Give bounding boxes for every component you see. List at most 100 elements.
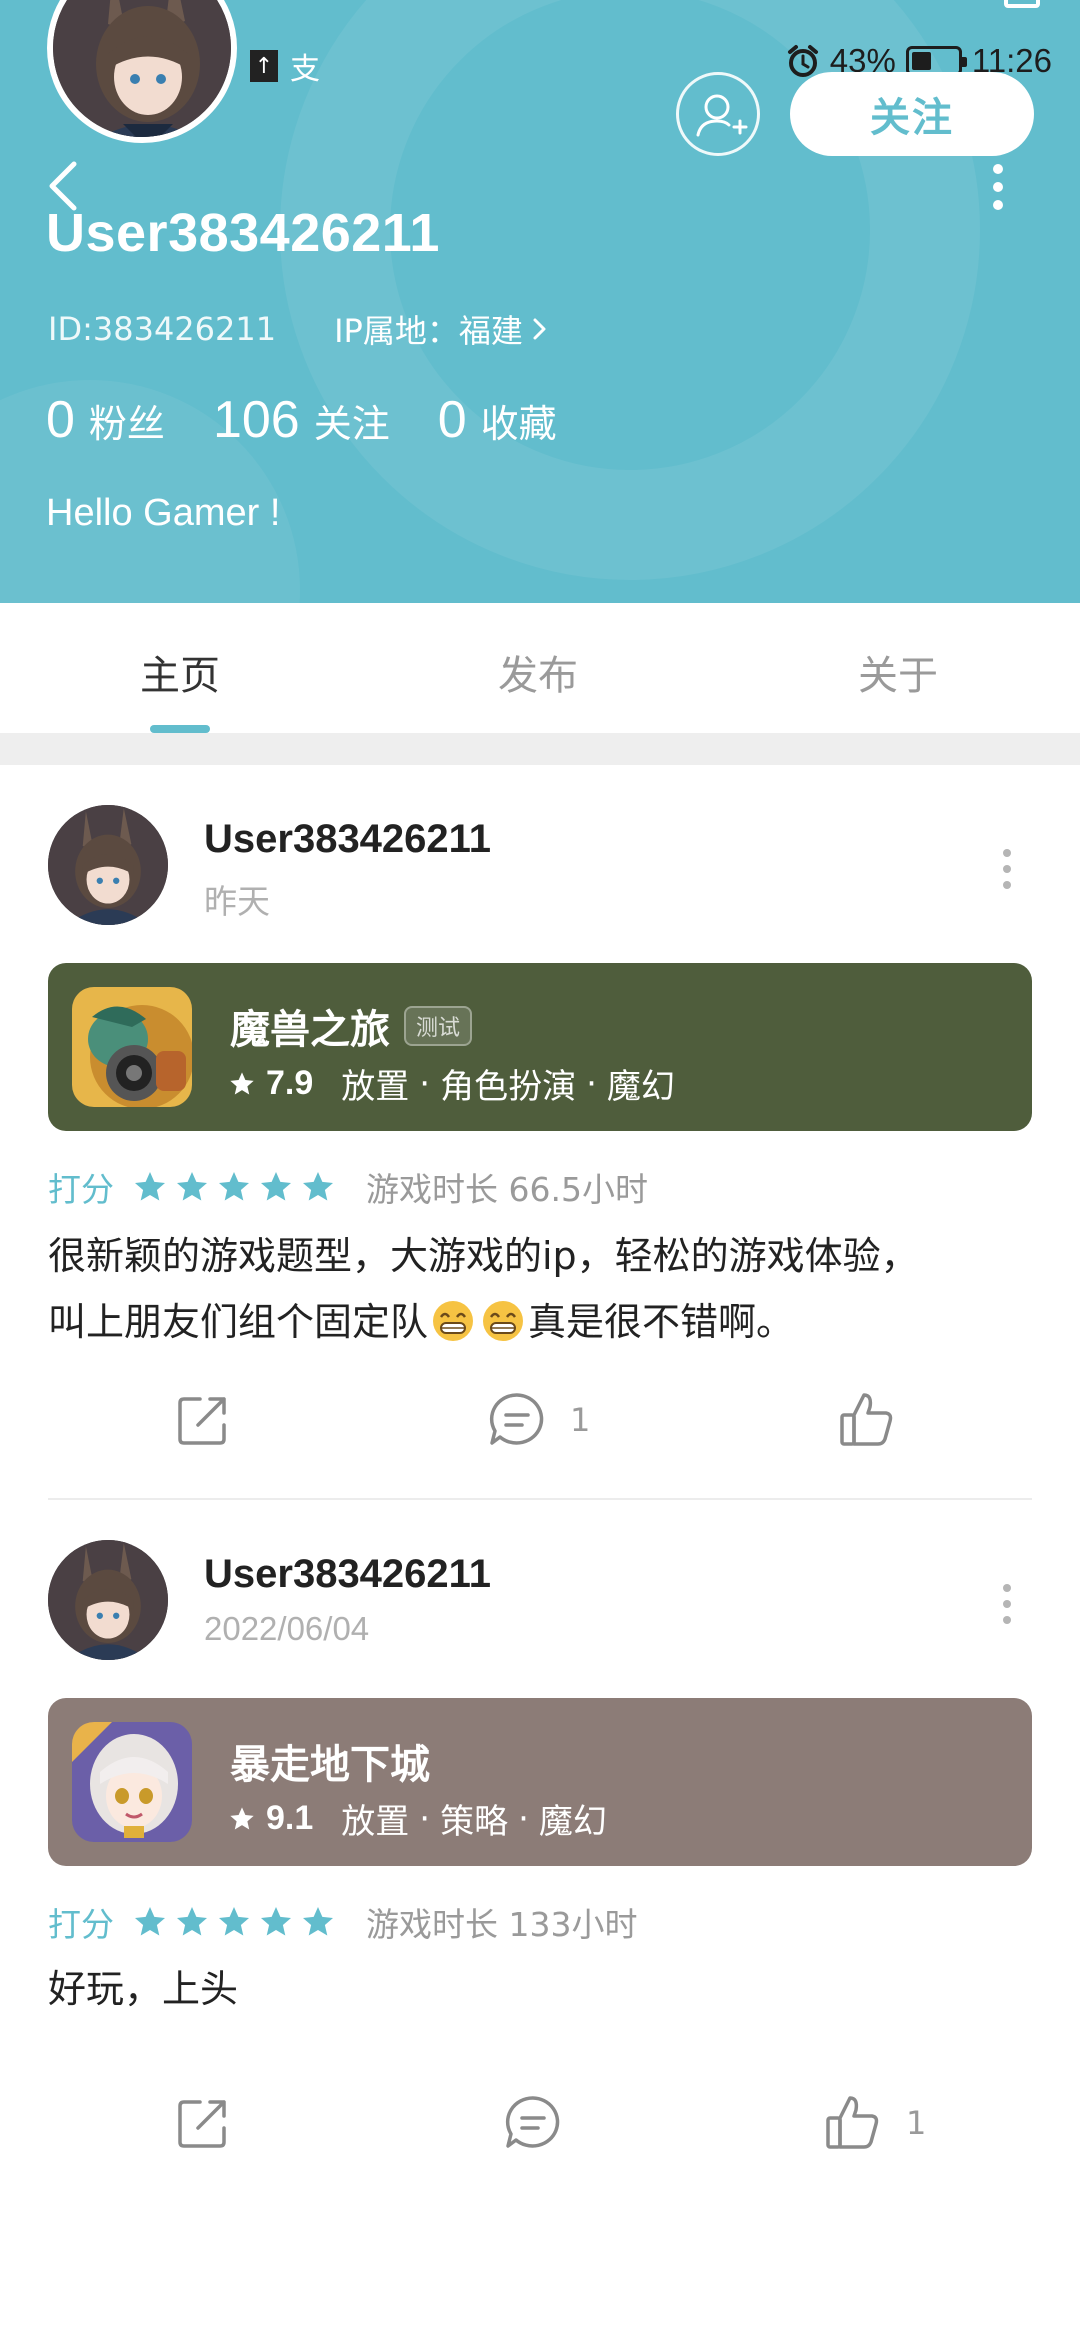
profile-id-line: ID:383426211 IP属地：福建 xyxy=(48,306,549,352)
stat-number: 106 xyxy=(212,391,300,449)
more-options-icon[interactable] xyxy=(988,164,1008,210)
comment-button[interactable]: 1 xyxy=(484,1387,590,1453)
game-tag: 放置 xyxy=(341,1067,410,1107)
stat-following[interactable]: 106 关注 xyxy=(213,390,390,450)
game-card[interactable]: 暴走地下城 9.1 放置 · 策略 · 魔幻 xyxy=(48,1698,1032,1866)
tag-separator: · xyxy=(586,1063,597,1104)
post-date: 2022/06/04 xyxy=(204,1610,370,1647)
share-icon xyxy=(178,1397,226,1445)
game-card[interactable]: 魔兽之旅 测试 7.9 放置 · 角色扮演 · 魔幻 xyxy=(48,963,1032,1131)
tab-home[interactable]: 主页 xyxy=(140,643,220,701)
game-icon-illustration xyxy=(72,1722,192,1842)
post-content-line: 好玩，上头 xyxy=(48,1967,239,2011)
game-score: 7.9 xyxy=(266,1064,314,1102)
profile-tabs: 主页 发布 关于 xyxy=(0,603,1080,733)
like-button[interactable]: 1 xyxy=(820,2090,926,2156)
game-tag: 放置 xyxy=(341,1802,410,1842)
follow-button[interactable]: 关注 xyxy=(790,72,1034,156)
test-badge: 测试 xyxy=(404,1006,473,1046)
stat-label: 关注 xyxy=(313,402,390,446)
game-tag: 策略 xyxy=(440,1802,509,1842)
post-content-line: 很新颖的游戏题型，大游戏的ip，轻松的游戏体验， xyxy=(48,1234,919,1278)
game-icon-illustration xyxy=(72,987,192,1107)
comment-icon xyxy=(505,2096,560,2148)
share-button[interactable] xyxy=(170,1387,236,1453)
battery-fill xyxy=(911,52,931,70)
ip-location-link[interactable]: IP属地：福建 xyxy=(334,306,549,352)
grin-emoji-icon xyxy=(433,1301,474,1341)
game-title-row: 暴走地下城 xyxy=(230,1732,430,1790)
rating-stars xyxy=(132,1904,336,1940)
star-icon xyxy=(303,1907,333,1936)
star-icon xyxy=(261,1907,291,1936)
star-icon xyxy=(230,1806,254,1829)
tag-separator: · xyxy=(419,1063,431,1104)
post-avatar[interactable] xyxy=(48,805,168,925)
game-title-row: 魔兽之旅 测试 xyxy=(230,997,473,1055)
post-separator xyxy=(48,1498,1032,1500)
play-time: 游戏时长 133小时 xyxy=(366,1905,638,1944)
tab-about[interactable]: 关于 xyxy=(858,643,938,701)
post-content-line-2: 叫上朋友们组个固定队 真是很不错啊。 xyxy=(48,1289,1038,1355)
profile-username: User383426211 xyxy=(46,203,440,263)
section-divider xyxy=(0,733,1080,765)
stat-label: 收藏 xyxy=(480,402,557,446)
star-icon xyxy=(177,1907,207,1936)
thumbs-up-icon xyxy=(826,2096,879,2149)
game-tag: 魔幻 xyxy=(538,1802,607,1842)
game-tag: 角色扮演 xyxy=(440,1067,577,1107)
stat-number: 0 xyxy=(46,391,75,449)
post-actions: 1 xyxy=(0,1387,1080,1467)
profile-bio: Hello Gamer ! xyxy=(46,492,281,534)
status-bar-left: ↑ 支 xyxy=(250,44,320,88)
post-content-text: 叫上朋友们组个固定队 xyxy=(48,1300,429,1344)
rating-label: 打分 xyxy=(48,1905,114,1944)
game-icon xyxy=(72,987,192,1107)
comment-button[interactable] xyxy=(500,2090,586,2156)
post-content[interactable]: 好玩，上头 xyxy=(48,1956,1038,2022)
game-name: 魔兽之旅 xyxy=(230,1007,390,1053)
alipay-icon: 支 xyxy=(290,52,320,87)
play-time: 游戏时长 66.5小时 xyxy=(366,1170,648,1209)
game-name: 暴走地下城 xyxy=(230,1742,430,1788)
stat-number: 0 xyxy=(437,391,467,449)
star-icon xyxy=(261,1172,291,1201)
add-user-icon xyxy=(696,94,748,137)
ip-location: IP属地：福建 xyxy=(334,312,523,350)
star-icon xyxy=(230,1071,254,1094)
star-icon xyxy=(303,1172,333,1201)
post-username[interactable]: User383426211 xyxy=(204,817,491,862)
comment-count: 1 xyxy=(570,1401,591,1439)
avatar-illustration xyxy=(48,1540,168,1660)
post-avatar[interactable] xyxy=(48,1540,168,1660)
game-tag: 魔幻 xyxy=(606,1067,675,1107)
post-content[interactable]: 很新颖的游戏题型，大游戏的ip，轻松的游戏体验， 叫上朋友们组个固定队 真是很不错… xyxy=(48,1223,1038,1355)
post-more-icon[interactable] xyxy=(1000,1584,1014,1624)
post-date: 昨天 xyxy=(204,883,270,920)
profile-stats: 0 粉丝 106 关注 0 收藏 xyxy=(46,390,605,450)
post-more-icon[interactable] xyxy=(1000,849,1014,889)
user-id: ID:383426211 xyxy=(48,310,277,348)
upload-icon: ↑ xyxy=(250,50,278,82)
post-actions: 1 xyxy=(0,2090,1080,2170)
star-icon xyxy=(135,1172,165,1201)
stat-favorites[interactable]: 0 收藏 xyxy=(438,390,557,450)
tab-posts[interactable]: 发布 xyxy=(498,643,578,701)
rating-row: 打分 游戏时长 133小时 xyxy=(48,1898,637,1946)
tag-separator: · xyxy=(419,1798,431,1839)
share-button[interactable] xyxy=(170,2090,236,2156)
post-username[interactable]: User383426211 xyxy=(204,1552,491,1597)
like-count: 1 xyxy=(906,2104,927,2142)
avatar-illustration xyxy=(48,805,168,925)
star-icon xyxy=(135,1907,165,1936)
star-icon xyxy=(177,1172,207,1201)
tag-separator: · xyxy=(518,1798,529,1839)
tab-active-indicator xyxy=(150,725,210,733)
profile-avatar[interactable] xyxy=(47,0,237,143)
game-score: 9.1 xyxy=(266,1799,314,1837)
add-friend-button[interactable] xyxy=(676,72,760,156)
notification-icon xyxy=(1004,0,1040,8)
like-button[interactable] xyxy=(834,1387,920,1453)
stat-followers[interactable]: 0 粉丝 xyxy=(46,390,165,450)
thumbs-up-icon xyxy=(840,1393,893,1446)
